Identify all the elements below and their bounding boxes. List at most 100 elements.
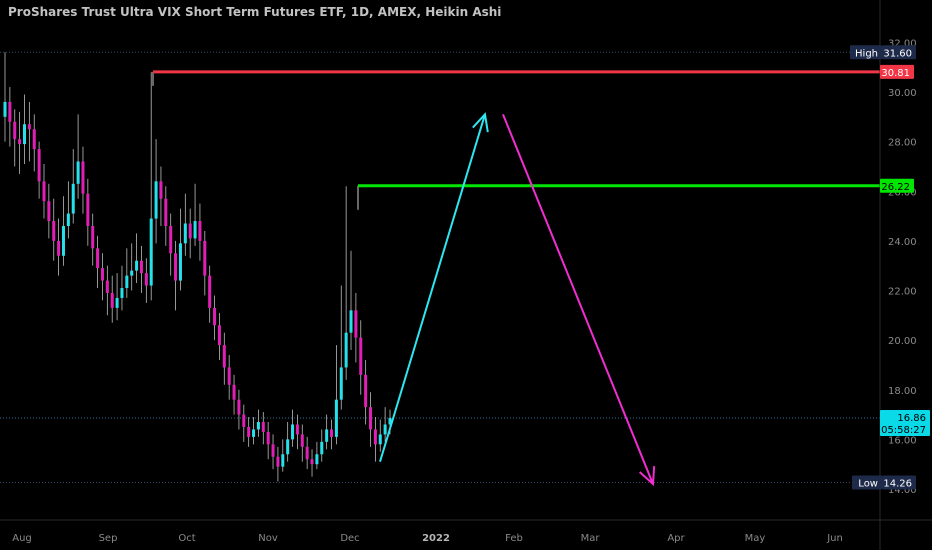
- candle-up: [339, 367, 343, 400]
- candle-down: [139, 260, 143, 274]
- time-tick-label: Apr: [667, 533, 685, 544]
- candle-down: [295, 424, 299, 435]
- time-tick-label: Feb: [505, 533, 523, 544]
- candle-up: [349, 310, 353, 333]
- candle-down: [8, 101, 12, 122]
- time-tick-label: Mar: [581, 533, 601, 544]
- candle-up: [315, 454, 319, 465]
- price-tick-label: 18.00: [888, 386, 917, 397]
- candle-down: [81, 161, 85, 194]
- time-tick-label: Sep: [99, 533, 118, 544]
- candle-down: [52, 221, 56, 241]
- candle-up: [22, 124, 27, 145]
- candles-layer: [3, 52, 392, 482]
- low-value-badge-text: 14.26: [883, 479, 912, 490]
- price-tick-label: 30.00: [888, 88, 917, 99]
- projection-down-arrow: [502, 113, 654, 485]
- candle-down: [18, 139, 22, 145]
- candle-down: [91, 225, 95, 249]
- candle-up: [183, 223, 187, 244]
- current-price-badge-text: 05:58:27: [881, 425, 926, 436]
- candle-up: [325, 429, 329, 442]
- high-label-badge: High: [850, 45, 882, 60]
- candle-down: [276, 456, 280, 467]
- candle-down: [174, 253, 178, 281]
- time-tick-label: Oct: [178, 533, 195, 544]
- candle-down: [86, 193, 90, 226]
- candle-down: [364, 374, 368, 408]
- candle-down: [32, 129, 36, 150]
- candle-up: [378, 434, 382, 445]
- candle-down: [261, 422, 265, 432]
- high-value-badge: 31.60: [882, 45, 916, 60]
- candle-down: [100, 268, 104, 281]
- candle-down: [188, 223, 192, 239]
- candle-down: [198, 221, 202, 241]
- candle-up: [3, 101, 7, 117]
- price-axis: 32.0030.0028.0026.0024.0022.0020.0018.00…: [879, 0, 917, 550]
- candle-down: [169, 225, 173, 254]
- candle-up: [125, 275, 129, 289]
- price-tick-label: 22.00: [888, 287, 917, 298]
- candle-down: [237, 399, 241, 415]
- candle-up: [178, 243, 182, 281]
- candle-down: [310, 459, 314, 465]
- high-label-badge-text: High: [855, 48, 878, 59]
- candle-up: [130, 270, 134, 276]
- candle-down: [203, 240, 207, 276]
- candle-down: [266, 431, 270, 445]
- time-tick-label: 2022: [422, 533, 450, 544]
- candle-up: [66, 213, 70, 226]
- candle-down: [242, 414, 246, 427]
- candle-down: [359, 337, 363, 375]
- candle-down: [42, 181, 46, 202]
- candle-down: [164, 198, 168, 226]
- current-price-badge: 16.8605:58:27: [880, 410, 930, 437]
- projection-up-arrow: [379, 114, 486, 462]
- candle-up: [286, 439, 290, 455]
- candle-down: [222, 345, 226, 368]
- candle-up: [344, 332, 348, 368]
- candle-up: [61, 225, 65, 256]
- candle-down: [144, 273, 148, 286]
- candle-up: [71, 183, 75, 214]
- candle-up: [115, 297, 119, 308]
- candle-down: [373, 429, 377, 445]
- candle-up: [252, 429, 256, 437]
- resistance-badge-text: 26.22: [881, 182, 910, 193]
- price-chart[interactable]: 32.0030.0028.0026.0024.0022.0020.0018.00…: [0, 0, 932, 550]
- price-tick-label: 20.00: [888, 336, 917, 347]
- candle-down: [217, 325, 221, 346]
- candle-down: [37, 149, 41, 182]
- candle-down: [368, 407, 373, 430]
- candle-up: [256, 422, 260, 430]
- low-label-badge-text: Low: [858, 479, 878, 490]
- candle-up: [149, 218, 153, 286]
- low-value-badge: 14.26: [882, 475, 916, 490]
- time-tick-label: Nov: [258, 533, 278, 544]
- resistance-levels: [152, 70, 880, 210]
- candle-down: [208, 275, 212, 308]
- candle-up: [76, 161, 80, 184]
- candle-down: [27, 124, 31, 130]
- time-tick-label: Jun: [826, 533, 843, 544]
- candle-down: [300, 434, 304, 447]
- candle-down: [330, 429, 334, 437]
- resistance-badge-text: 30.81: [881, 68, 910, 79]
- candle-up: [193, 221, 197, 239]
- resistance-badge: 26.22: [880, 178, 914, 193]
- price-tick-label: 24.00: [888, 237, 917, 248]
- time-axis: Aug Sep Oct Nov Dec 2022 Feb Mar Apr May Jun: [0, 519, 932, 544]
- candle-down: [247, 426, 251, 437]
- candle-up: [291, 424, 295, 440]
- candle-down: [105, 280, 109, 293]
- candle-down: [227, 367, 231, 385]
- candle-up: [334, 399, 338, 437]
- price-tick-label: 28.00: [888, 138, 917, 149]
- candle-up: [383, 424, 387, 435]
- candle-up: [154, 181, 158, 219]
- price-tick-label: 16.00: [888, 435, 917, 446]
- axis-badges: High 31.60 30.81 26.22 16.8605:58:27 Low 14.26: [850, 45, 930, 490]
- low-label-badge: Low: [852, 475, 882, 490]
- candle-down: [110, 292, 114, 308]
